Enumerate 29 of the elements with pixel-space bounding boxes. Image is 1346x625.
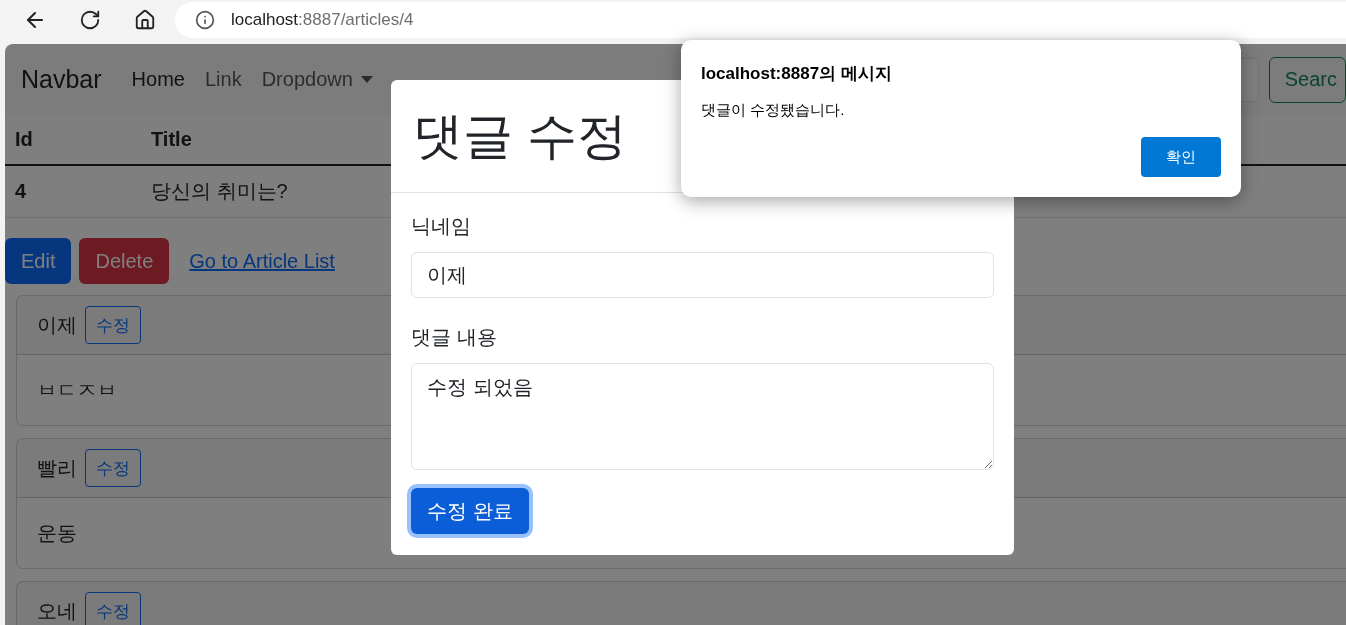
nav-link[interactable]: Link <box>204 68 242 91</box>
ok-button[interactable]: 확인 <box>1141 137 1221 177</box>
address-bar[interactable]: localhost:8887/articles/4 <box>175 2 1346 38</box>
info-icon[interactable] <box>195 10 215 30</box>
comment-body: ㅂㄷㅈㅂ <box>37 379 117 401</box>
nav-link[interactable]: Dropdown <box>261 68 373 91</box>
navbar-brand[interactable]: Navbar <box>21 65 102 94</box>
nav-link[interactable]: Home <box>131 68 185 91</box>
nickname-input[interactable]: 이제 <box>411 252 994 298</box>
article-list-link[interactable]: Go to Article List <box>189 249 335 273</box>
comment-nickname: 빨리 <box>37 455 77 481</box>
comment-edit-button[interactable]: 수정 <box>85 592 141 625</box>
table-cell: 4 <box>5 165 141 218</box>
alert-message: 댓글이 수정됐습니다. <box>701 101 846 120</box>
field-label: 댓글 내용 <box>411 325 498 350</box>
comment-nickname: 오네 <box>37 598 77 624</box>
comment-edit-button[interactable]: 수정 <box>85 449 141 487</box>
comment-nickname: 이제 <box>37 312 77 338</box>
comment-edit-button[interactable]: 수정 <box>85 306 141 344</box>
search-button[interactable]: Searc <box>1268 56 1346 103</box>
edit-button[interactable]: Edit <box>5 238 72 284</box>
submit-button[interactable]: 수정 완료 <box>411 488 529 534</box>
comment-body: 운동 <box>37 522 77 544</box>
modal-title: 댓글 수정 <box>413 106 627 166</box>
url-text: localhost:8887/articles/4 <box>231 10 414 30</box>
delete-button[interactable]: Delete <box>79 238 170 284</box>
comment-textarea[interactable]: 수정 되었음 <box>411 363 994 470</box>
column-header: Id <box>5 115 141 165</box>
alert-title: localhost:8887의 메시지 <box>701 63 893 85</box>
